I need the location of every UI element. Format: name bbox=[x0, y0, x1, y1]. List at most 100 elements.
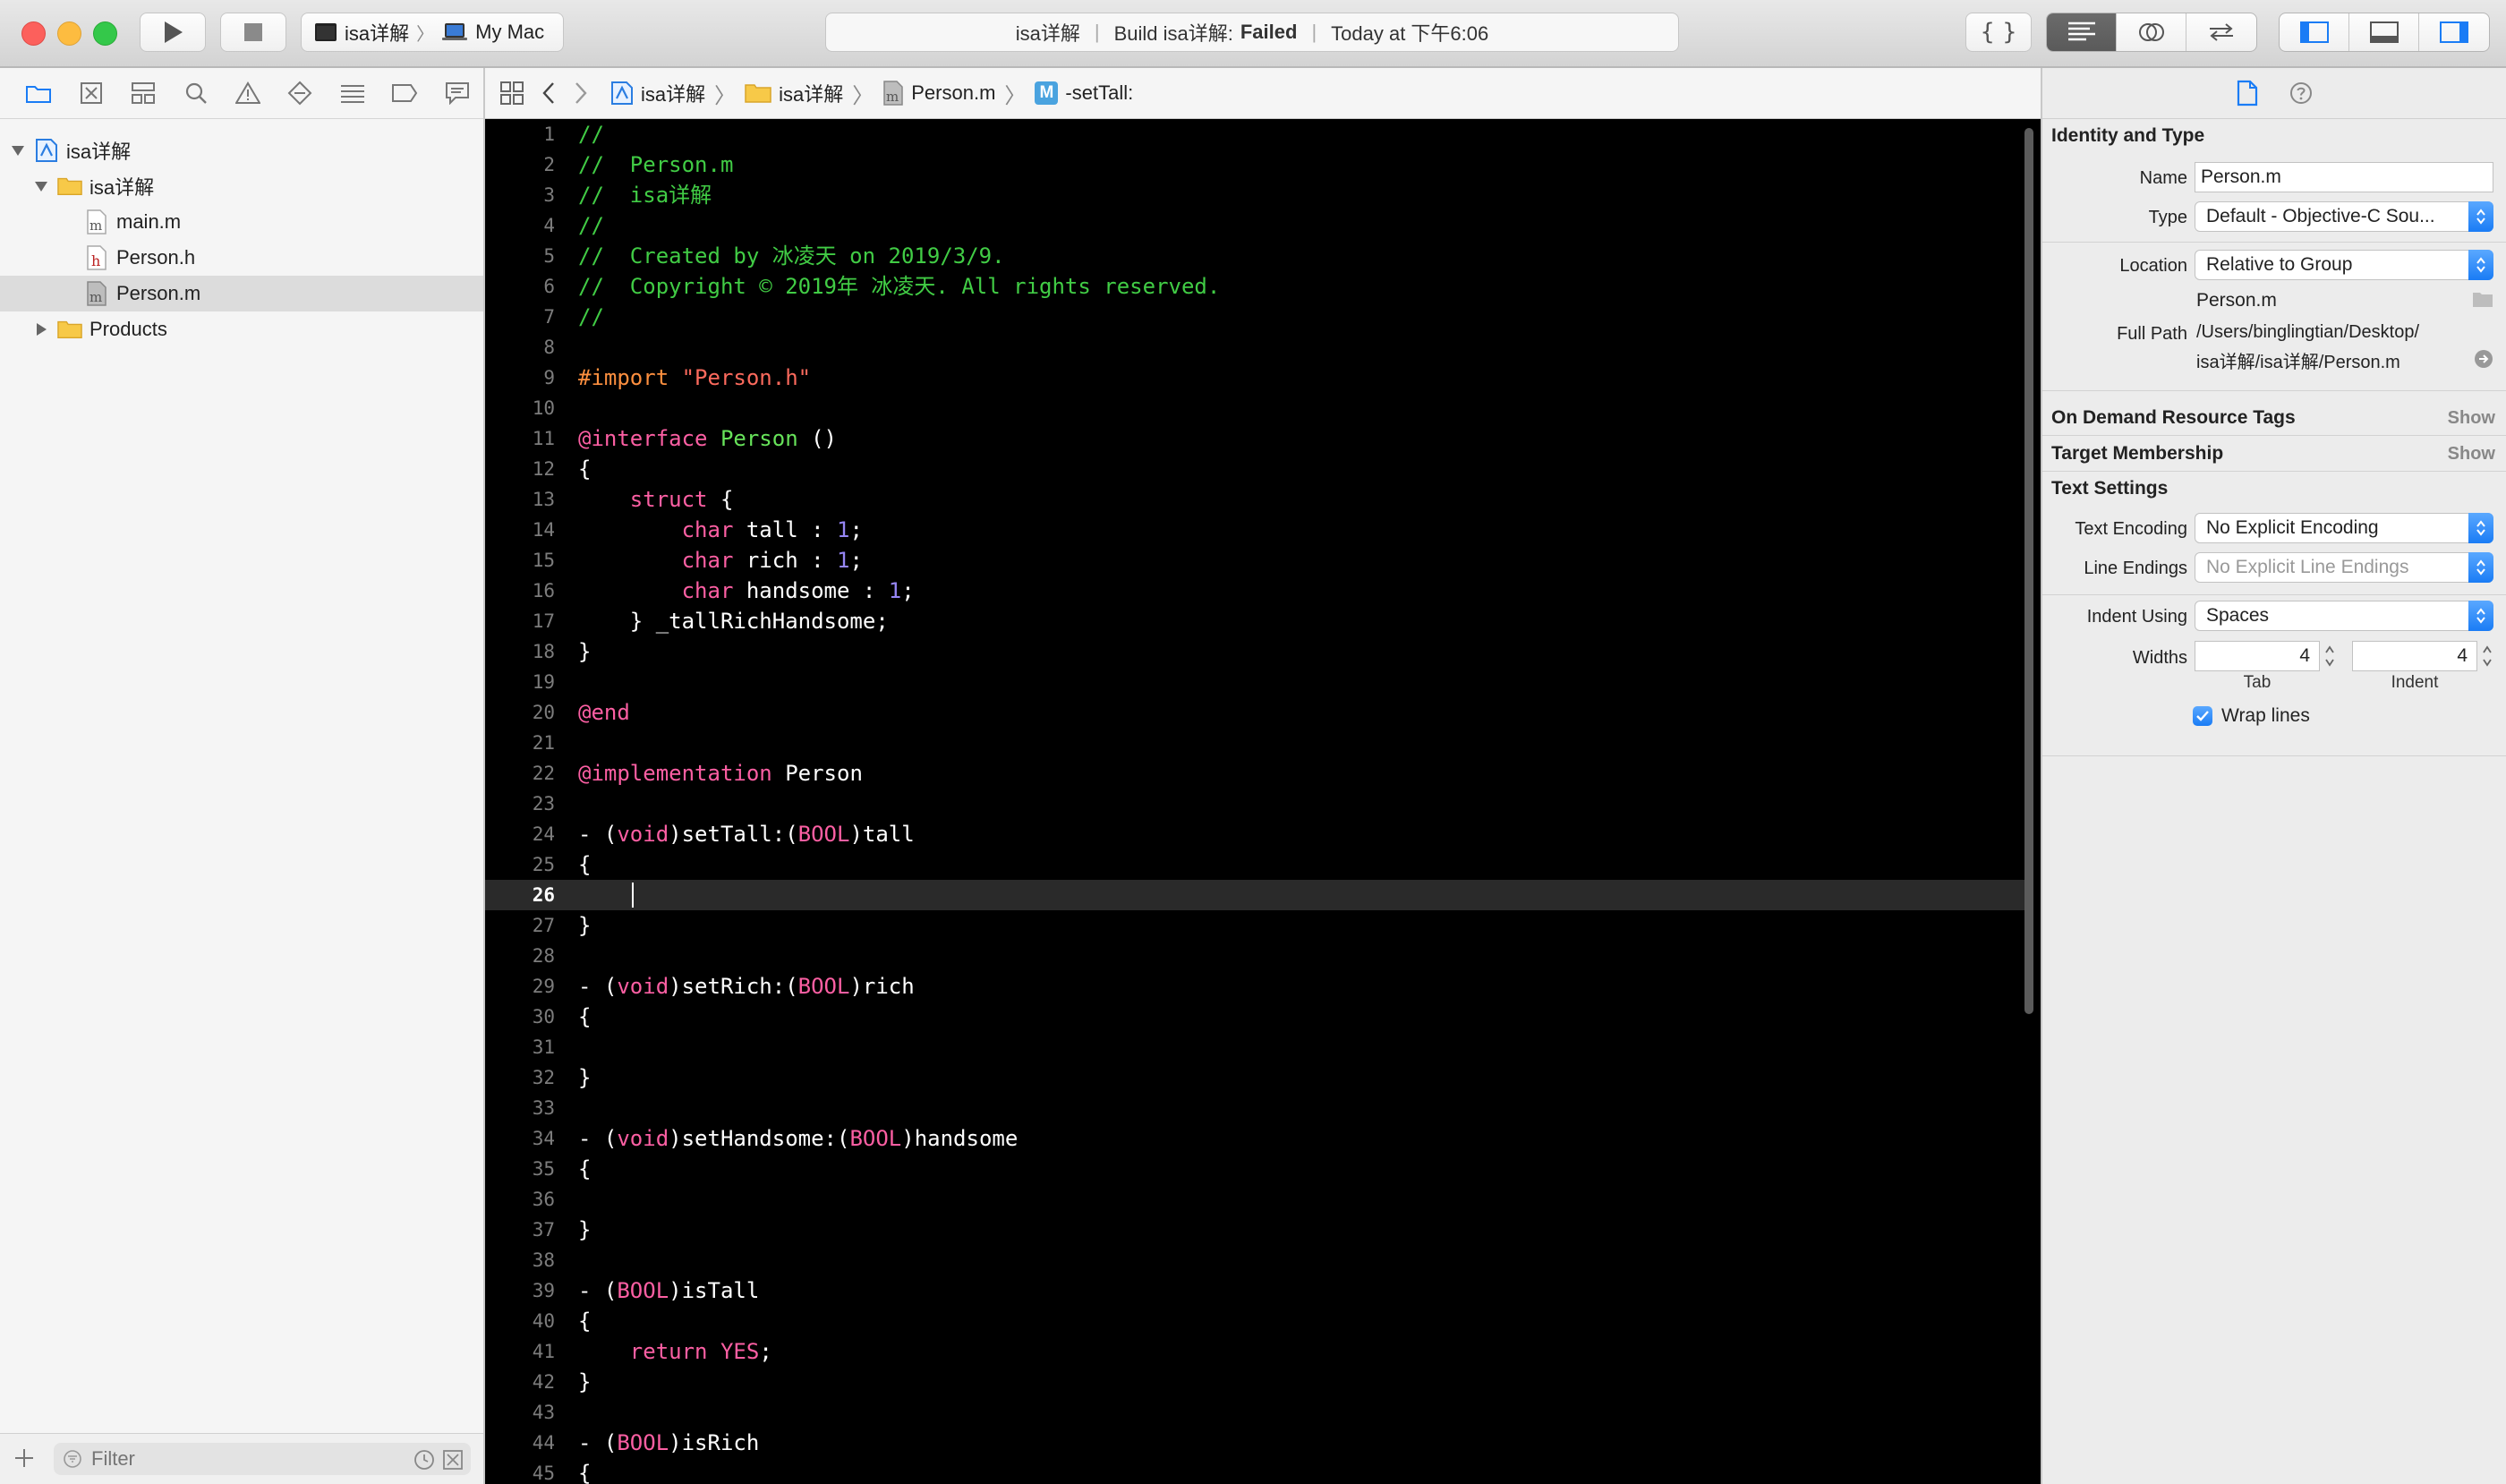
tree-item-person-h[interactable]: h Person.h bbox=[0, 240, 483, 276]
run-button[interactable] bbox=[140, 13, 206, 52]
code-line[interactable]: 1 // bbox=[485, 119, 2026, 149]
code-line[interactable]: 16 char handsome : 1; bbox=[485, 576, 2026, 606]
tab-issue-navigator[interactable] bbox=[222, 68, 274, 118]
recent-files-filter-button[interactable] bbox=[413, 1449, 435, 1471]
code-line[interactable]: 45 { bbox=[485, 1458, 2026, 1484]
filter-field[interactable] bbox=[54, 1443, 471, 1475]
code-line[interactable]: 2 // Person.m bbox=[485, 149, 2026, 180]
tab-symbol-navigator[interactable] bbox=[117, 68, 169, 118]
code-line[interactable]: 15 char rich : 1; bbox=[485, 545, 2026, 576]
code-line[interactable]: 22 @implementation Person bbox=[485, 758, 2026, 789]
code-line[interactable]: 9 #import "Person.h" bbox=[485, 362, 2026, 393]
scm-filter-button[interactable] bbox=[442, 1449, 464, 1471]
code-line[interactable]: 10 bbox=[485, 393, 2026, 423]
code-line[interactable]: 34 - (void)setHandsome:(BOOL)handsome bbox=[485, 1123, 2026, 1154]
code-line[interactable]: 4 // bbox=[485, 210, 2026, 241]
code-line[interactable]: 35 { bbox=[485, 1154, 2026, 1184]
code-line[interactable]: 25 { bbox=[485, 849, 2026, 880]
show-on-demand-tags-button[interactable]: Show bbox=[2448, 408, 2495, 429]
tab-quick-help[interactable] bbox=[2274, 68, 2328, 118]
tab-width-field[interactable]: 4 bbox=[2195, 641, 2320, 671]
code-line[interactable]: 7 // bbox=[485, 302, 2026, 332]
code-line[interactable]: 28 bbox=[485, 941, 2026, 971]
code-line[interactable]: 29 - (void)setRich:(BOOL)rich bbox=[485, 971, 2026, 1002]
code-line[interactable]: 32} bbox=[485, 1062, 2026, 1093]
source-editor[interactable]: 1 // 2 // Person.m 3 // isa详解 4 // 5 // Created b… bbox=[485, 119, 2041, 1484]
go-forward-button[interactable] bbox=[573, 81, 589, 106]
code-line[interactable]: 18} bbox=[485, 636, 2026, 667]
add-file-button[interactable] bbox=[13, 1446, 36, 1470]
assistant-editor-button[interactable] bbox=[2117, 13, 2186, 51]
code-line[interactable]: 33 bbox=[485, 1093, 2026, 1123]
toggle-navigator-button[interactable] bbox=[2280, 13, 2349, 51]
code-line[interactable]: 24 - (void)setTall:(BOOL)tall bbox=[485, 819, 2026, 849]
tab-report-navigator[interactable] bbox=[431, 68, 483, 118]
tree-item-products[interactable]: Products bbox=[0, 311, 483, 347]
zoom-window-button[interactable] bbox=[93, 21, 117, 46]
code-line[interactable]: 36 bbox=[485, 1184, 2026, 1215]
tab-find-navigator[interactable] bbox=[169, 68, 221, 118]
code-snippet-button[interactable]: { } bbox=[1965, 13, 2032, 52]
breadcrumb-group[interactable]: isa详解 bbox=[745, 79, 843, 107]
version-editor-button[interactable] bbox=[2186, 13, 2256, 51]
code-line[interactable]: 11 @interface Person () bbox=[485, 423, 2026, 454]
code-line[interactable]: 37} bbox=[485, 1215, 2026, 1245]
code-line[interactable]: 43 bbox=[485, 1397, 2026, 1428]
code-line[interactable]: 14 char tall : 1; bbox=[485, 515, 2026, 545]
code-line[interactable]: 27} bbox=[485, 910, 2026, 941]
code-line[interactable]: 13 struct { bbox=[485, 484, 2026, 515]
choose-file-button[interactable] bbox=[2472, 290, 2493, 308]
disclosure-collapsed-icon[interactable] bbox=[32, 320, 50, 338]
toggle-debug-area-button[interactable] bbox=[2349, 13, 2419, 51]
close-window-button[interactable] bbox=[21, 21, 46, 46]
code-line[interactable]: 19 bbox=[485, 667, 2026, 697]
code-line[interactable]: 38 bbox=[485, 1245, 2026, 1275]
text-encoding-popup[interactable]: No Explicit Encoding bbox=[2195, 513, 2493, 543]
tab-file-inspector[interactable] bbox=[2220, 68, 2274, 118]
code-line[interactable]: 6 // Copyright © 2019年 冰凌天. All rights re… bbox=[485, 271, 2026, 302]
toggle-utilities-button[interactable] bbox=[2419, 13, 2489, 51]
code-line[interactable]: 41 return YES; bbox=[485, 1336, 2026, 1367]
disclosure-expanded-icon[interactable] bbox=[9, 141, 27, 159]
disclosure-expanded-icon[interactable] bbox=[32, 177, 50, 195]
tab-width-stepper[interactable] bbox=[2322, 641, 2338, 671]
standard-editor-button[interactable] bbox=[2047, 13, 2117, 51]
breadcrumb-project[interactable]: isa详解 bbox=[610, 79, 705, 107]
editor-scrollbar[interactable] bbox=[2024, 128, 2033, 1014]
location-popup[interactable]: Relative to Group bbox=[2195, 250, 2493, 280]
tab-source-control[interactable] bbox=[64, 68, 116, 118]
code-line[interactable]: 30 { bbox=[485, 1002, 2026, 1032]
stop-button[interactable] bbox=[220, 13, 286, 52]
code-line[interactable]: 44 - (BOOL)isRich bbox=[485, 1428, 2026, 1458]
code-line[interactable]: 31 bbox=[485, 1032, 2026, 1062]
show-target-membership-button[interactable]: Show bbox=[2448, 444, 2495, 465]
tab-project-navigator[interactable] bbox=[13, 68, 64, 118]
tree-item-group[interactable]: isa详解 bbox=[0, 168, 483, 204]
code-line[interactable]: 12 { bbox=[485, 454, 2026, 484]
wrap-lines-checkbox[interactable] bbox=[2193, 706, 2212, 726]
tree-item-main-m[interactable]: m main.m bbox=[0, 204, 483, 240]
minimize-window-button[interactable] bbox=[57, 21, 81, 46]
code-line[interactable]: 42} bbox=[485, 1367, 2026, 1397]
tab-debug-navigator[interactable] bbox=[327, 68, 379, 118]
go-back-button[interactable] bbox=[541, 81, 557, 106]
code-line[interactable]: 23 bbox=[485, 789, 2026, 819]
related-items-button[interactable] bbox=[499, 81, 524, 106]
code-line[interactable]: 20 @end bbox=[485, 697, 2026, 728]
breadcrumb-method[interactable]: M -setTall: bbox=[1035, 81, 1133, 105]
code-line[interactable]: 40 { bbox=[485, 1306, 2026, 1336]
code-line[interactable]: 17 } _tallRichHandsome; bbox=[485, 606, 2026, 636]
name-field[interactable]: Person.m bbox=[2195, 162, 2493, 192]
type-popup[interactable]: Default - Objective-C Sou... bbox=[2195, 201, 2493, 232]
reveal-in-finder-button[interactable] bbox=[2474, 349, 2493, 369]
tree-item-person-m[interactable]: m Person.m bbox=[0, 276, 483, 311]
indent-width-field[interactable]: 4 bbox=[2352, 641, 2477, 671]
code-line[interactable]: 21 bbox=[485, 728, 2026, 758]
code-line[interactable]: 3 // isa详解 bbox=[485, 180, 2026, 210]
code-line[interactable]: 39 - (BOOL)isTall bbox=[485, 1275, 2026, 1306]
indent-width-stepper[interactable] bbox=[2479, 641, 2495, 671]
code-line[interactable]: 26 bbox=[485, 880, 2026, 910]
filter-input[interactable] bbox=[90, 1446, 362, 1471]
breadcrumb-file[interactable]: m Person.m bbox=[882, 81, 995, 106]
code-line[interactable]: 8 bbox=[485, 332, 2026, 362]
